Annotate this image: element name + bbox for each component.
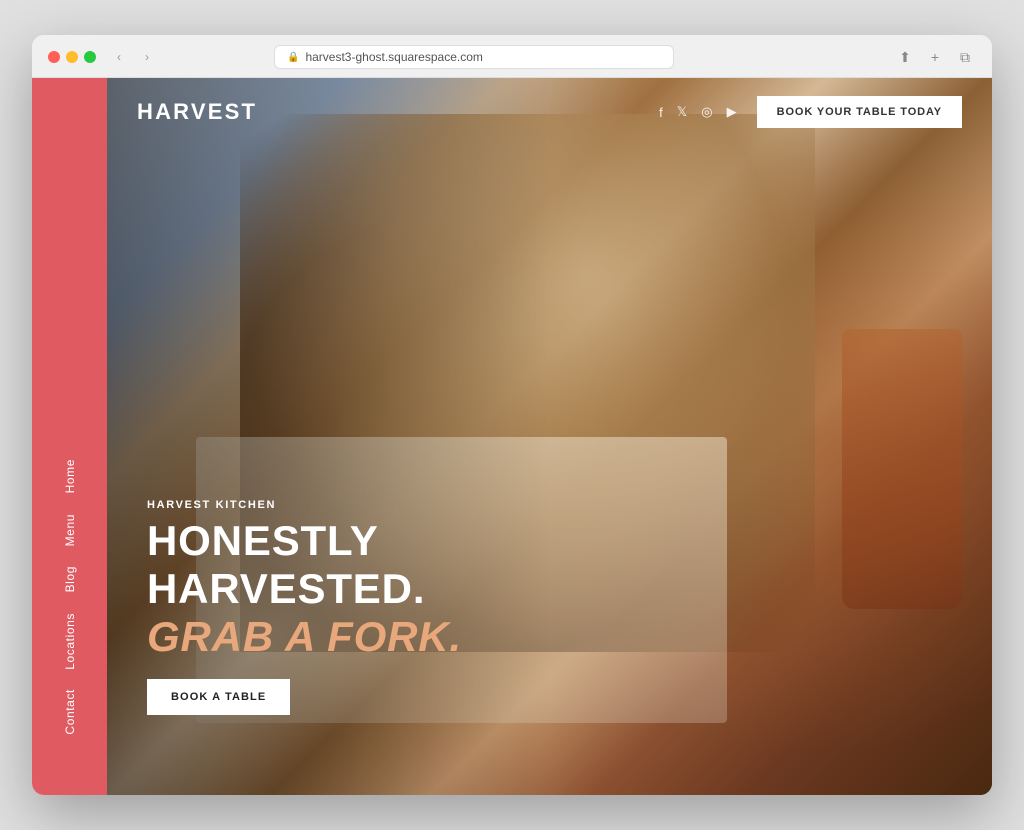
hero-subtitle: HARVEST KITCHEN xyxy=(147,499,462,511)
new-tab-button[interactable]: + xyxy=(924,46,946,68)
header-overlay: HARVEST f 𝕏 ◎ ▶ BOOK YOUR TABLE TODAY xyxy=(107,78,992,146)
sidebar-item-home[interactable]: Home xyxy=(57,449,83,503)
address-bar[interactable]: 🔒 harvest3-ghost.squarespace.com xyxy=(274,45,674,69)
url-text: harvest3-ghost.squarespace.com xyxy=(305,50,482,64)
traffic-light-close[interactable] xyxy=(48,51,60,63)
sidebar: Home Menu Blog Locations Contact xyxy=(32,78,107,795)
instagram-icon[interactable]: ◎ xyxy=(701,104,712,120)
facebook-icon[interactable]: f xyxy=(659,105,663,120)
browser-nav: ‹ › xyxy=(108,46,158,68)
sidebar-item-contact[interactable]: Contact xyxy=(57,679,83,745)
traffic-light-maximize[interactable] xyxy=(84,51,96,63)
nav-back-button[interactable]: ‹ xyxy=(108,46,130,68)
website: Home Menu Blog Locations Contact xyxy=(32,78,992,795)
traffic-lights xyxy=(48,51,96,63)
hero-text: HARVEST KITCHEN HONESTLY HARVESTED. GRAB… xyxy=(147,499,462,715)
twitter-icon[interactable]: 𝕏 xyxy=(677,104,687,120)
youtube-icon[interactable]: ▶ xyxy=(727,104,737,120)
hero-headline-line3: GRAB A FORK. xyxy=(147,615,462,659)
browser-actions: ⬆ + ⧉ xyxy=(894,46,976,68)
header-right: f 𝕏 ◎ ▶ BOOK YOUR TABLE TODAY xyxy=(659,96,962,128)
social-icons: f 𝕏 ◎ ▶ xyxy=(659,104,736,120)
drink-glass xyxy=(842,329,962,609)
lock-icon: 🔒 xyxy=(287,52,299,63)
browser-chrome: ‹ › 🔒 harvest3-ghost.squarespace.com ⬆ +… xyxy=(32,35,992,78)
nav-forward-button[interactable]: › xyxy=(136,46,158,68)
site-logo[interactable]: HARVEST xyxy=(137,99,257,125)
sidebar-item-menu[interactable]: Menu xyxy=(57,504,83,556)
tabs-button[interactable]: ⧉ xyxy=(954,46,976,68)
share-button[interactable]: ⬆ xyxy=(894,46,916,68)
nav-items: Home Menu Blog Locations Contact xyxy=(57,449,83,745)
main-content: HARVEST f 𝕏 ◎ ▶ BOOK YOUR TABLE TODAY HA… xyxy=(107,78,992,795)
sidebar-item-locations[interactable]: Locations xyxy=(57,603,83,680)
hero-headline-line2: HARVESTED. xyxy=(147,567,462,611)
sidebar-item-blog[interactable]: Blog xyxy=(57,556,83,602)
book-table-cta-button[interactable]: BOOK A TABLE xyxy=(147,679,290,715)
browser-window: ‹ › 🔒 harvest3-ghost.squarespace.com ⬆ +… xyxy=(32,35,992,795)
hero-headline-line1: HONESTLY xyxy=(147,519,462,563)
traffic-light-minimize[interactable] xyxy=(66,51,78,63)
book-table-header-button[interactable]: BOOK YOUR TABLE TODAY xyxy=(757,96,962,128)
